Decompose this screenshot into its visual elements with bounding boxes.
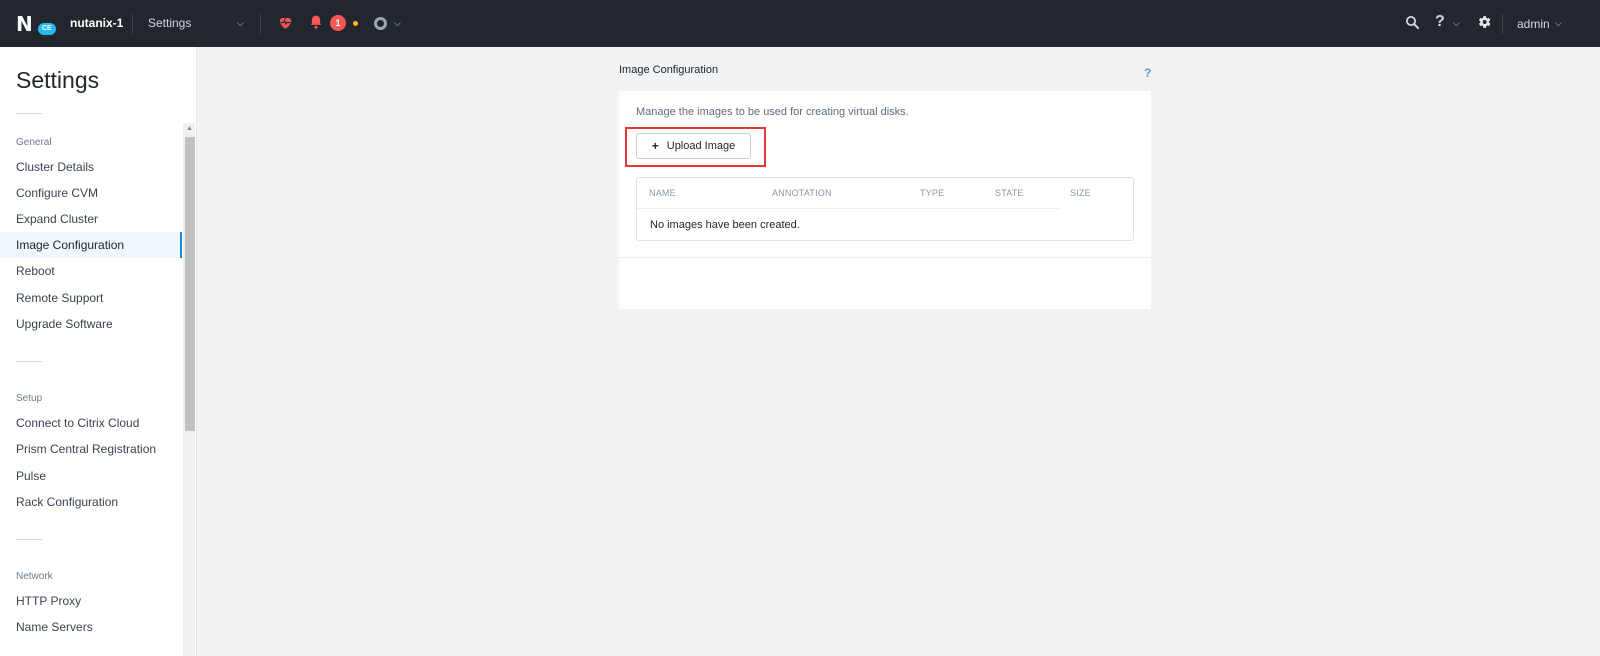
section-label-general: General	[16, 137, 52, 148]
sidebar-item-expand-cluster[interactable]: Expand Cluster	[0, 206, 182, 232]
sidebar-item-pulse[interactable]: Pulse	[0, 463, 182, 489]
chevron-down-icon[interactable]: ⌵	[1555, 18, 1562, 29]
chevron-down-icon[interactable]: ⌵	[1453, 18, 1460, 29]
section-label-setup: Setup	[16, 393, 43, 404]
sidebar-scroll-thumb[interactable]	[185, 137, 195, 431]
column-header-size[interactable]: SIZE	[1070, 188, 1091, 198]
image-configuration-panel: Manage the images to be used for creatin…	[619, 91, 1151, 309]
health-heart-icon[interactable]	[277, 14, 294, 34]
alerts-bell-icon[interactable]	[309, 14, 323, 33]
warning-dot-icon	[353, 21, 358, 26]
divider	[619, 257, 1151, 258]
settings-sidebar: Settings General Cluster Details Configu…	[0, 47, 197, 656]
panel-description: Manage the images to be used for creatin…	[636, 106, 909, 118]
divider	[132, 14, 133, 34]
help-icon[interactable]: ?	[1435, 13, 1445, 31]
section-label-network: Network	[16, 571, 53, 582]
sidebar-item-rack-configuration[interactable]: Rack Configuration	[0, 489, 182, 515]
column-header-name[interactable]: NAME	[649, 188, 676, 198]
page-title: Image Configuration	[619, 64, 719, 76]
divider	[16, 113, 42, 114]
annotation-highlight-box	[625, 127, 766, 167]
column-header-type[interactable]: TYPE	[920, 188, 944, 198]
sidebar-item-http-proxy[interactable]: HTTP Proxy	[0, 588, 182, 614]
sidebar-item-name-servers[interactable]: Name Servers	[0, 614, 182, 640]
main-menu-dropdown[interactable]: Settings	[148, 16, 191, 30]
chevron-down-icon[interactable]: ⌵	[394, 18, 401, 29]
sidebar-item-configure-cvm[interactable]: Configure CVM	[0, 180, 182, 206]
divider	[1502, 14, 1503, 34]
empty-table-message: No images have been created.	[650, 219, 800, 231]
images-table: NAME ANNOTATION TYPE STATE SIZE No image…	[636, 177, 1134, 241]
sidebar-item-connect-citrix-cloud[interactable]: Connect to Citrix Cloud	[0, 410, 182, 436]
tasks-ring-icon[interactable]	[374, 17, 387, 30]
divider	[260, 14, 261, 34]
column-header-state[interactable]: STATE	[995, 188, 1024, 198]
sidebar-item-remote-support[interactable]: Remote Support	[0, 285, 182, 311]
search-icon[interactable]	[1405, 15, 1420, 33]
sidebar-item-cluster-details[interactable]: Cluster Details	[0, 154, 182, 180]
column-header-annotation[interactable]: ANNOTATION	[772, 188, 832, 198]
cluster-name[interactable]: nutanix-1	[70, 16, 123, 30]
scroll-up-arrow-icon[interactable]: ▲	[186, 125, 193, 132]
help-icon[interactable]: ?	[1144, 66, 1151, 80]
divider	[16, 539, 42, 540]
nutanix-logo[interactable]: N CE	[16, 14, 56, 36]
sidebar-item-upgrade-software[interactable]: Upgrade Software	[0, 311, 182, 337]
divider	[16, 361, 42, 362]
alert-count-badge[interactable]: 1	[330, 15, 346, 31]
logo-letter: N	[16, 12, 33, 36]
chevron-down-icon[interactable]: ⌵	[237, 18, 244, 29]
top-navigation-bar: N CE nutanix-1 Settings ⌵ 1 ⌵ ? ⌵ admin …	[0, 0, 1600, 47]
sidebar-item-prism-central-registration[interactable]: Prism Central Registration	[0, 436, 182, 462]
gear-icon[interactable]	[1476, 14, 1492, 33]
sidebar-item-image-configuration[interactable]: Image Configuration	[0, 232, 182, 258]
logo-ce-badge: CE	[38, 23, 56, 35]
user-menu[interactable]: admin	[1517, 17, 1550, 31]
divider	[637, 208, 1059, 209]
sidebar-item-reboot[interactable]: Reboot	[0, 258, 182, 284]
sidebar-title: Settings	[16, 67, 100, 93]
